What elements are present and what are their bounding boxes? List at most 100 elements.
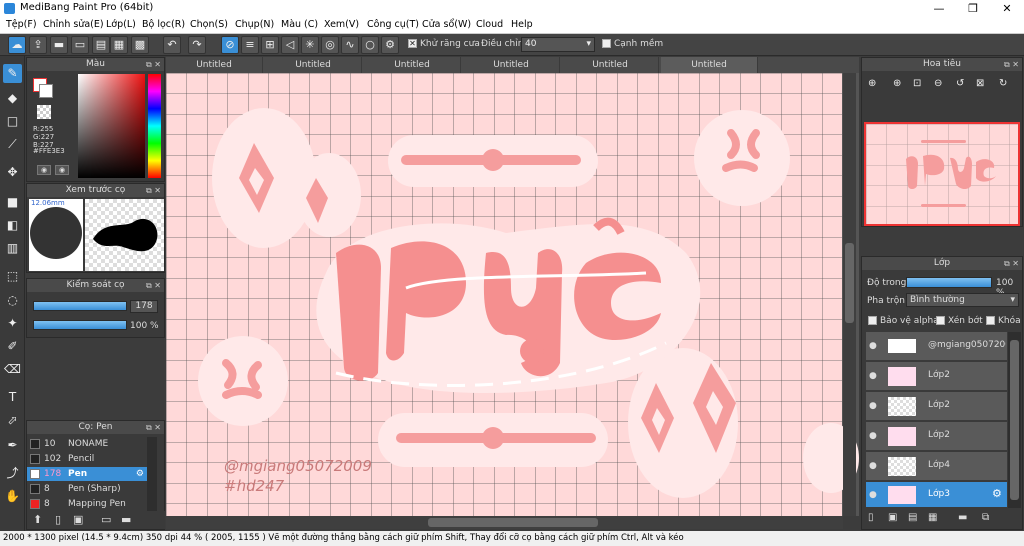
- folder-icon[interactable]: ▬: [958, 512, 967, 523]
- canvas[interactable]: @mgiang05072009 #hd247: [166, 73, 859, 516]
- brush-opacity-slider[interactable]: [33, 320, 127, 330]
- antialias-checkbox[interactable]: ✕: [408, 39, 417, 48]
- eye-icon[interactable]: ●: [869, 490, 877, 500]
- menu-tools[interactable]: Công cụ(T): [367, 19, 419, 30]
- close-button[interactable]: ✕: [990, 0, 1024, 17]
- blend-mode-select[interactable]: Bình thường ▾: [906, 293, 1019, 307]
- eye-icon[interactable]: ●: [869, 371, 877, 381]
- palette-icon[interactable]: ◉: [37, 165, 51, 175]
- snap-radial-icon[interactable]: ✳: [301, 36, 319, 54]
- doc-tab[interactable]: Untitled: [463, 57, 560, 73]
- layer-list-scrollbar[interactable]: [1008, 332, 1021, 508]
- edge-checkbox[interactable]: [602, 39, 611, 48]
- layer-row[interactable]: ● Lớp2: [866, 362, 1007, 391]
- transparent-swatch[interactable]: [37, 105, 51, 119]
- layer-row-selected[interactable]: ● Lớp3 ⚙: [866, 482, 1007, 508]
- clipping-toggle[interactable]: Xén bớt: [936, 316, 983, 326]
- fit-icon[interactable]: ⊡: [913, 78, 921, 89]
- zoom-out-icon[interactable]: ⊖: [934, 78, 942, 89]
- brush-copy-icon[interactable]: ▭: [101, 513, 111, 526]
- menu-select[interactable]: Chọn(S): [190, 19, 228, 30]
- panels-icon[interactable]: ▦: [110, 36, 128, 54]
- background-swatch[interactable]: [39, 84, 53, 98]
- protect-alpha-toggle[interactable]: Bảo vệ alpha: [868, 316, 939, 326]
- doc-tab[interactable]: Untitled: [166, 57, 263, 73]
- canvas-area[interactable]: @mgiang05072009 #hd247: [166, 73, 859, 516]
- vscroll-thumb[interactable]: [845, 243, 854, 323]
- doc-tab[interactable]: Untitled: [265, 57, 362, 73]
- brush-item[interactable]: 8 Mapping Pen: [27, 497, 147, 509]
- layer-scroll-thumb[interactable]: [1010, 340, 1019, 500]
- eyedropper-tool-icon[interactable]: ✒: [3, 436, 22, 455]
- eraser-tool-icon[interactable]: ◆: [3, 89, 22, 108]
- rotate-left-icon[interactable]: ↺: [956, 78, 964, 89]
- move-tool-icon[interactable]: ✥: [3, 163, 22, 182]
- lasso-tool-icon[interactable]: ◌: [3, 291, 22, 310]
- brush-item[interactable]: 8 Pen (Sharp): [27, 482, 147, 496]
- menu-file[interactable]: Tệp(F): [6, 19, 37, 30]
- minimize-button[interactable]: —: [922, 0, 956, 17]
- hand-tool-icon[interactable]: ✋: [3, 487, 22, 506]
- new-brush-icon[interactable]: ▯: [55, 513, 61, 526]
- layer-menu-icon[interactable]: ▦: [928, 512, 937, 523]
- menu-window[interactable]: Cửa sổ(W): [422, 19, 471, 30]
- menu-filter[interactable]: Bộ lọc(R): [142, 19, 185, 30]
- edge-toggle[interactable]: Cạnh mềm: [602, 39, 663, 49]
- text-tool-icon[interactable]: T: [3, 388, 22, 407]
- canvas-vscrollbar[interactable]: [843, 73, 856, 516]
- snap-off-icon[interactable]: ⊘: [221, 36, 239, 54]
- canvas-hscrollbar[interactable]: [166, 516, 843, 529]
- doc-tab[interactable]: Untitled: [562, 57, 659, 73]
- gear-icon[interactable]: ⚙: [992, 487, 1002, 500]
- layer-row[interactable]: ● Lớp2: [866, 392, 1007, 421]
- shape-tool-icon[interactable]: □: [3, 112, 22, 131]
- folder-icon[interactable]: ▬: [121, 513, 131, 526]
- panel-popout-icon[interactable]: ⧉ ✕: [146, 279, 161, 292]
- new-halftone-layer-icon[interactable]: ▣: [888, 512, 897, 523]
- adjust-select[interactable]: 40 ▾: [521, 37, 595, 52]
- menu-cloud[interactable]: Cloud: [476, 19, 503, 30]
- zoom-in-icon[interactable]: ⊕: [868, 78, 876, 89]
- eyedropper-icon[interactable]: ◉: [55, 165, 69, 175]
- restore-button[interactable]: ❐: [956, 0, 990, 17]
- gradient-tool-icon[interactable]: ▥: [3, 239, 22, 258]
- snap-settings-icon[interactable]: ⚙: [381, 36, 399, 54]
- snap-grid-icon[interactable]: ⊞: [261, 36, 279, 54]
- share-icon[interactable]: ⇪: [29, 36, 47, 54]
- menu-edit[interactable]: Chỉnh sửa(E): [43, 19, 104, 30]
- layer-row[interactable]: ● @mgiang0507200: [866, 332, 1007, 361]
- panel-popout-icon[interactable]: ⧉ ✕: [146, 184, 161, 197]
- magic-wand-tool-icon[interactable]: ✦: [3, 314, 22, 333]
- navigator-thumbnail[interactable]: [864, 122, 1020, 226]
- eye-icon[interactable]: ●: [869, 461, 877, 471]
- brush-tool-icon[interactable]: ✎: [3, 64, 22, 83]
- brush-item[interactable]: 10 NONAME: [27, 437, 147, 451]
- clipping-checkbox[interactable]: [936, 316, 945, 325]
- select-eraser-tool-icon[interactable]: ⌫: [3, 360, 22, 379]
- panel-popout-icon[interactable]: ⧉ ✕: [146, 421, 161, 434]
- gear-icon[interactable]: ⚙: [136, 467, 144, 481]
- color-saturation-picker[interactable]: [78, 74, 145, 178]
- lock-toggle[interactable]: Khóa: [986, 316, 1021, 326]
- new-layer-icon[interactable]: ▯: [868, 512, 874, 523]
- brush-item[interactable]: 102 Pencil: [27, 452, 147, 466]
- rotate-right-icon[interactable]: ↻: [999, 78, 1007, 89]
- panel-popout-icon[interactable]: ⧉ ✕: [1004, 257, 1019, 270]
- redo-icon[interactable]: ↷: [188, 36, 206, 54]
- actual-size-icon[interactable]: ⊠: [976, 78, 984, 89]
- undo-icon[interactable]: ↶: [163, 36, 181, 54]
- layer-row[interactable]: ● Lớp4: [866, 452, 1007, 481]
- antialias-toggle[interactable]: ✕ Khử răng cưa: [408, 39, 480, 49]
- protect-alpha-checkbox[interactable]: [868, 316, 877, 325]
- bucket-tool-icon[interactable]: ◧: [3, 216, 22, 235]
- eye-icon[interactable]: ●: [869, 431, 877, 441]
- duplicate-layer-icon[interactable]: ⧉: [982, 512, 989, 523]
- brush-list-scrollbar[interactable]: [147, 437, 157, 511]
- doc-tab-active[interactable]: Untitled: [661, 57, 758, 73]
- brush-item-selected[interactable]: 178 Pen ⚙: [27, 467, 147, 481]
- brush-size-slider[interactable]: [33, 301, 127, 311]
- hscroll-thumb[interactable]: [428, 518, 598, 527]
- operation-tool-icon[interactable]: ⬀: [3, 411, 22, 430]
- fill-rect-tool-icon[interactable]: ■: [3, 193, 22, 212]
- add-brush-icon[interactable]: ⬆: [33, 513, 42, 526]
